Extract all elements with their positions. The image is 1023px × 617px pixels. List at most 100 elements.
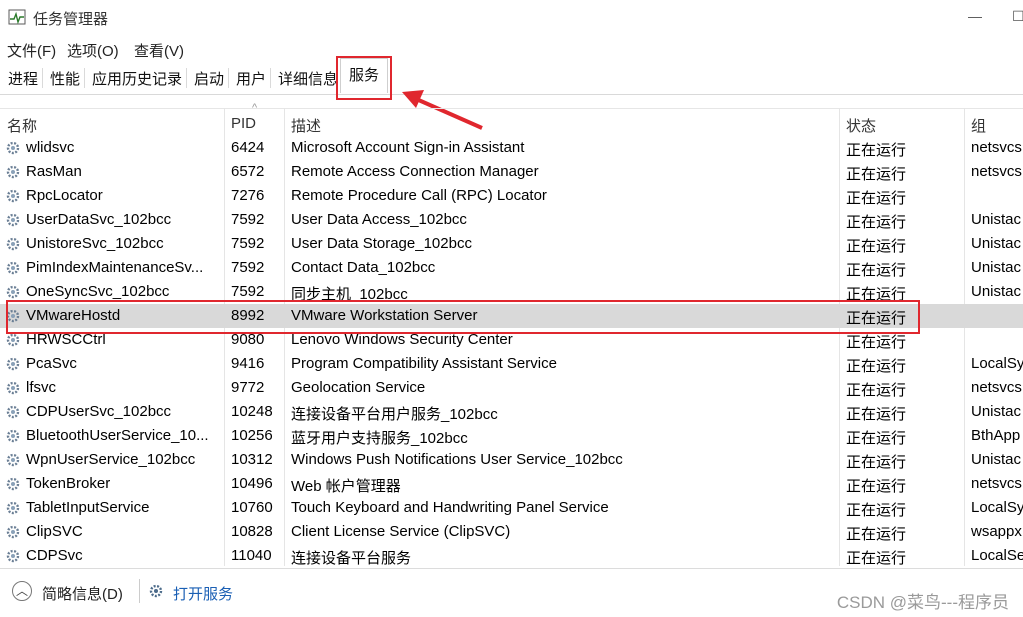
- tab-startup[interactable]: 启动: [190, 68, 228, 89]
- cell-pid: 6572: [231, 163, 265, 180]
- cell-pid: 7592: [231, 283, 265, 300]
- cell-status: 正在运行: [846, 214, 907, 231]
- tab-users[interactable]: 用户: [232, 68, 270, 89]
- vmwarehostd-highlight-box: [6, 300, 920, 334]
- service-gear-icon: [6, 381, 20, 395]
- cell-description: Contact Data_102bcc: [291, 259, 436, 276]
- cell-status: 正在运行: [846, 502, 907, 519]
- cell-group: Unistac: [971, 235, 1022, 252]
- service-gear-icon: [6, 525, 20, 539]
- cell-status: 正在运行: [846, 142, 907, 159]
- cell-pid: 6424: [231, 139, 265, 156]
- column-header-group[interactable]: 组: [971, 115, 986, 136]
- column-header-status[interactable]: 状态: [846, 115, 876, 136]
- column-header-description[interactable]: 描述: [291, 115, 321, 136]
- cell-pid: 10828: [231, 523, 273, 540]
- table-row[interactable]: wlidsvc 6424 Microsoft Account Sign-in Ass…: [0, 136, 1023, 160]
- tab-performance[interactable]: 性能: [46, 68, 84, 89]
- cell-name: PimIndexMaintenanceSv...: [26, 259, 204, 276]
- maximize-icon[interactable]: ☐: [1012, 8, 1023, 25]
- cell-pid: 7592: [231, 235, 265, 252]
- cell-status: 正在运行: [846, 334, 907, 351]
- table-row[interactable]: RpcLocator 7276 Remote Procedure Call (RPC…: [0, 184, 1023, 208]
- cell-group: netsvcs: [971, 475, 1022, 492]
- service-gear-icon: [6, 261, 20, 275]
- cell-group: LocalSy: [971, 499, 1023, 516]
- tab-details[interactable]: 详细信息: [274, 68, 342, 89]
- cell-description: User Data Access_102bcc: [291, 211, 467, 228]
- service-gear-icon: [6, 213, 20, 227]
- cell-pid: 10256: [231, 427, 273, 444]
- table-row[interactable]: WpnUserService_102bcc 10312 Windows Push N…: [0, 448, 1023, 472]
- menu-options[interactable]: 选项(O): [67, 40, 119, 61]
- open-services-link[interactable]: 打开服务: [173, 583, 233, 604]
- menu-view[interactable]: 查看(V): [134, 40, 184, 61]
- table-row[interactable]: UserDataSvc_102bcc 7592 User Data Access_1…: [0, 208, 1023, 232]
- table-row[interactable]: TokenBroker 10496 Web 帐户管理器 正在运行 netsvcs: [0, 472, 1023, 496]
- table-row[interactable]: UnistoreSvc_102bcc 7592 User Data Storage_…: [0, 232, 1023, 256]
- cell-description: 蓝牙用户支持服务_102bcc: [291, 430, 468, 447]
- table-header: 名称 PID 描述 状态 组: [0, 108, 1023, 137]
- table-row[interactable]: CDPUserSvc_102bcc 10248 连接设备平台用户服务_102bcc 正…: [0, 400, 1023, 424]
- cell-status: 正在运行: [846, 526, 907, 543]
- table-row[interactable]: TabletInputService 10760 Touch Keyboard an…: [0, 496, 1023, 520]
- cell-description: Geolocation Service: [291, 379, 426, 396]
- cell-status: 正在运行: [846, 478, 907, 495]
- cell-pid: 9416: [231, 355, 265, 372]
- table-row[interactable]: CDPSvc 11040 连接设备平台服务 正在运行 LocalSe: [0, 544, 1023, 568]
- cell-description: User Data Storage_102bcc: [291, 235, 472, 252]
- table-row[interactable]: BluetoothUserService_10... 10256 蓝牙用户支持服务_…: [0, 424, 1023, 448]
- cell-name: CDPSvc: [26, 547, 83, 564]
- cell-group: wsappx: [971, 523, 1022, 540]
- table-row[interactable]: lfsvc 9772 Geolocation Service 正在运行 netsvcs: [0, 376, 1023, 400]
- cell-name: RpcLocator: [26, 187, 103, 204]
- cell-pid: 10248: [231, 403, 273, 420]
- cell-description: Microsoft Account Sign-in Assistant: [291, 139, 525, 156]
- window-title: 任务管理器: [33, 11, 109, 28]
- cell-status: 正在运行: [846, 406, 907, 423]
- cell-group: netsvcs: [971, 163, 1022, 180]
- watermark: CSDN @菜鸟---程序员: [836, 593, 1009, 612]
- cell-name: WpnUserService_102bcc: [26, 451, 196, 468]
- cell-name: ClipSVC: [26, 523, 83, 540]
- services-tab-highlight-box: [336, 56, 392, 100]
- cell-group: Unistac: [971, 211, 1022, 228]
- minimize-icon[interactable]: —: [968, 8, 982, 24]
- collapse-icon[interactable]: ︿: [12, 581, 32, 601]
- tab-app-history[interactable]: 应用历史记录: [88, 68, 186, 89]
- service-gear-icon: [6, 501, 20, 515]
- tab-processes[interactable]: 进程: [4, 68, 42, 89]
- menu-file[interactable]: 文件(F): [7, 40, 56, 61]
- cell-group: Unistac: [971, 259, 1022, 276]
- cell-group: LocalSe: [971, 547, 1023, 564]
- cell-group: netsvcs: [971, 139, 1022, 156]
- table-row[interactable]: PimIndexMaintenanceSv... 7592 Contact Data…: [0, 256, 1023, 280]
- cell-description: Windows Push Notifications User Service_…: [291, 451, 623, 468]
- cell-status: 正在运行: [846, 454, 907, 471]
- table-row[interactable]: ClipSVC 10828 Client License Service (Clip…: [0, 520, 1023, 544]
- table-row[interactable]: RasMan 6572 Remote Access Connection Manag…: [0, 160, 1023, 184]
- cell-name: UserDataSvc_102bcc: [26, 211, 172, 228]
- cell-status: 正在运行: [846, 358, 907, 375]
- cell-status: 正在运行: [846, 262, 907, 279]
- service-gear-icon: [6, 429, 20, 443]
- less-details-button[interactable]: 简略信息(D): [42, 583, 123, 604]
- cell-name: RasMan: [26, 163, 82, 180]
- cell-description: 连接设备平台用户服务_102bcc: [291, 406, 498, 423]
- cell-name: TokenBroker: [26, 475, 111, 492]
- cell-status: 正在运行: [846, 382, 907, 399]
- column-header-pid[interactable]: PID: [231, 115, 256, 132]
- cell-status: 正在运行: [846, 430, 907, 447]
- cell-description: 连接设备平台服务: [291, 550, 412, 567]
- cell-description: Touch Keyboard and Handwriting Panel Ser…: [291, 499, 609, 516]
- column-header-name[interactable]: 名称: [7, 115, 37, 136]
- table-row[interactable]: PcaSvc 9416 Program Compatibility Assistan…: [0, 352, 1023, 376]
- cell-pid: 7592: [231, 259, 265, 276]
- cell-group: Unistac: [971, 403, 1022, 420]
- cell-group: netsvcs: [971, 379, 1022, 396]
- cell-description: Program Compatibility Assistant Service: [291, 355, 557, 372]
- cell-pid: 10312: [231, 451, 273, 468]
- cell-name: PcaSvc: [26, 355, 77, 372]
- cell-pid: 10496: [231, 475, 273, 492]
- cell-name: TabletInputService: [26, 499, 150, 516]
